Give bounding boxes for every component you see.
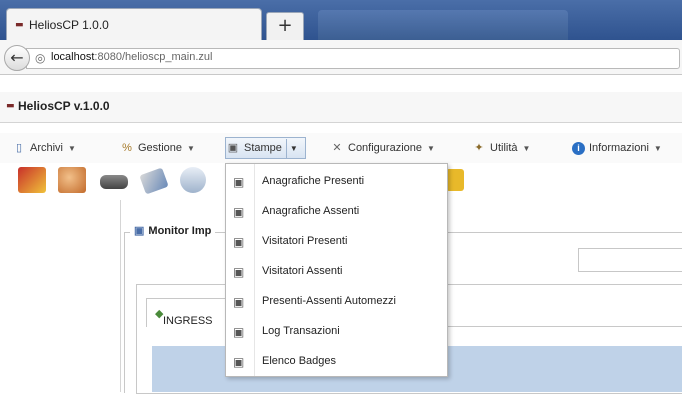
menu-informazioni-label: Informazioni	[589, 142, 649, 154]
menu-item-label: Visitatori Assenti	[262, 265, 343, 277]
archive-icon: ▯	[15, 142, 23, 154]
tab-ingress-label: INGRESS	[163, 315, 213, 327]
menu-item-visitatori-presenti[interactable]: ▣ Visitatori Presenti	[226, 227, 447, 257]
menu-utilita[interactable]: ✦ Utilità ▼	[472, 139, 530, 157]
stampe-dropdown-menu: ▣ Anagrafiche Presenti ▣ Anagrafiche Ass…	[225, 163, 448, 377]
printer-icon: ▣	[233, 235, 245, 249]
menu-item-anagrafiche-presenti[interactable]: ▣ Anagrafiche Presenti	[226, 167, 447, 197]
printer-icon: ▣	[233, 205, 245, 219]
browser-tab[interactable]: ▬ HeliosCP 1.0.0	[6, 8, 262, 41]
menu-gestione-label: Gestione	[138, 142, 183, 154]
back-button[interactable]: ←	[4, 45, 30, 71]
app-title: HeliosCP v.1.0.0	[18, 99, 110, 113]
new-tab-button[interactable]: +	[266, 12, 304, 40]
background-tab[interactable]	[318, 10, 568, 40]
car-icon[interactable]	[100, 175, 128, 189]
menu-item-elenco-badges[interactable]: ▣ Elenco Badges	[226, 347, 447, 377]
menu-gestione[interactable]: % Gestione ▼	[120, 139, 195, 157]
browser-tab-strip: ▬ HeliosCP 1.0.0 +	[0, 0, 682, 41]
printer-icon: ▣	[233, 325, 245, 339]
printer-icon: ▣	[233, 355, 245, 369]
monitor-icon: ▣	[134, 225, 145, 237]
app-header: ▬ HeliosCP v.1.0.0	[0, 92, 682, 123]
menu-item-visitatori-assenti[interactable]: ▣ Visitatori Assenti	[226, 257, 447, 287]
menu-utilita-label: Utilità	[490, 142, 518, 154]
menu-item-label: Elenco Badges	[262, 355, 336, 367]
filter-combobox[interactable]	[578, 248, 682, 272]
browser-tab-title: HeliosCP 1.0.0	[29, 18, 109, 32]
menu-configurazione[interactable]: ✕ Configurazione ▼	[330, 139, 435, 157]
menu-stampe[interactable]: ▣ Stampe ▼	[225, 137, 306, 159]
info-icon: i	[572, 142, 585, 155]
printer-icon: ▣	[233, 175, 245, 189]
app-logo-icon: ▬	[6, 101, 15, 111]
chevron-down-icon: ▼	[522, 144, 531, 153]
back-arrow-icon: ←	[10, 48, 24, 67]
chevron-down-icon: ▼	[68, 144, 76, 153]
report-icon[interactable]	[446, 169, 464, 191]
printer-icon: ▣	[233, 295, 245, 309]
users-icon[interactable]	[58, 167, 86, 193]
menu-informazioni[interactable]: i Informazioni ▼	[572, 139, 662, 157]
wand-icon: ✦	[474, 142, 484, 154]
menu-item-label: Anagrafiche Presenti	[262, 175, 365, 187]
monitor-panel-title: ▣ Monitor Imp	[130, 224, 216, 237]
url-host: localhost	[51, 51, 95, 63]
id-card-icon[interactable]	[18, 167, 46, 193]
address-bar[interactable]: ◎ localhost:8080/helioscp_main.zul	[26, 48, 680, 69]
menu-item-label: Presenti-Assenti Automezzi	[262, 295, 396, 307]
address-text: localhost:8080/helioscp_main.zul	[51, 51, 212, 63]
chevron-down-icon: ▼	[653, 144, 662, 153]
menu-item-label: Anagrafiche Assenti	[262, 205, 360, 217]
browser-nav-bar: ◎ localhost:8080/helioscp_main.zul ←	[0, 40, 682, 75]
menu-item-log-transazioni[interactable]: ▣ Log Transazioni	[226, 317, 447, 347]
globe-icon: ◎	[35, 51, 46, 65]
app-favicon-icon: ▬	[15, 20, 24, 30]
printer-icon: ▣	[233, 265, 245, 279]
badge-icon[interactable]	[139, 167, 169, 195]
url-path: :8080/helioscp_main.zul	[94, 51, 213, 63]
monitor-panel-title-text: Monitor Imp	[148, 225, 212, 237]
sidebar	[0, 200, 121, 392]
chevron-down-icon: ▼	[427, 144, 435, 153]
menu-archivi-label: Archivi	[30, 142, 64, 154]
clock-icon[interactable]	[180, 167, 206, 193]
people-icon: %	[122, 142, 132, 154]
menu-bar: ▯ Archivi ▼ % Gestione ▼ ▣ Stampe ▼ ✕ Configura…	[0, 133, 682, 164]
menu-item-presenti-assenti-automezzi[interactable]: ▣ Presenti-Assenti Automezzi	[226, 287, 447, 317]
tools-icon: ✕	[332, 142, 342, 154]
menu-stampe-label: Stampe	[244, 142, 282, 154]
menu-archivi[interactable]: ▯ Archivi ▼	[12, 139, 76, 157]
chevron-down-icon[interactable]: ▼	[285, 139, 301, 159]
chevron-down-icon: ▼	[187, 144, 195, 153]
menu-item-anagrafiche-assenti[interactable]: ▣ Anagrafiche Assenti	[226, 197, 447, 227]
tab-ingress-label-wrap: ◆ INGRESS	[155, 307, 213, 327]
printer-icon: ▣	[227, 142, 239, 154]
menu-item-label: Visitatori Presenti	[262, 235, 348, 247]
menu-configurazione-label: Configurazione	[348, 142, 422, 154]
menu-item-label: Log Transazioni	[262, 325, 340, 337]
